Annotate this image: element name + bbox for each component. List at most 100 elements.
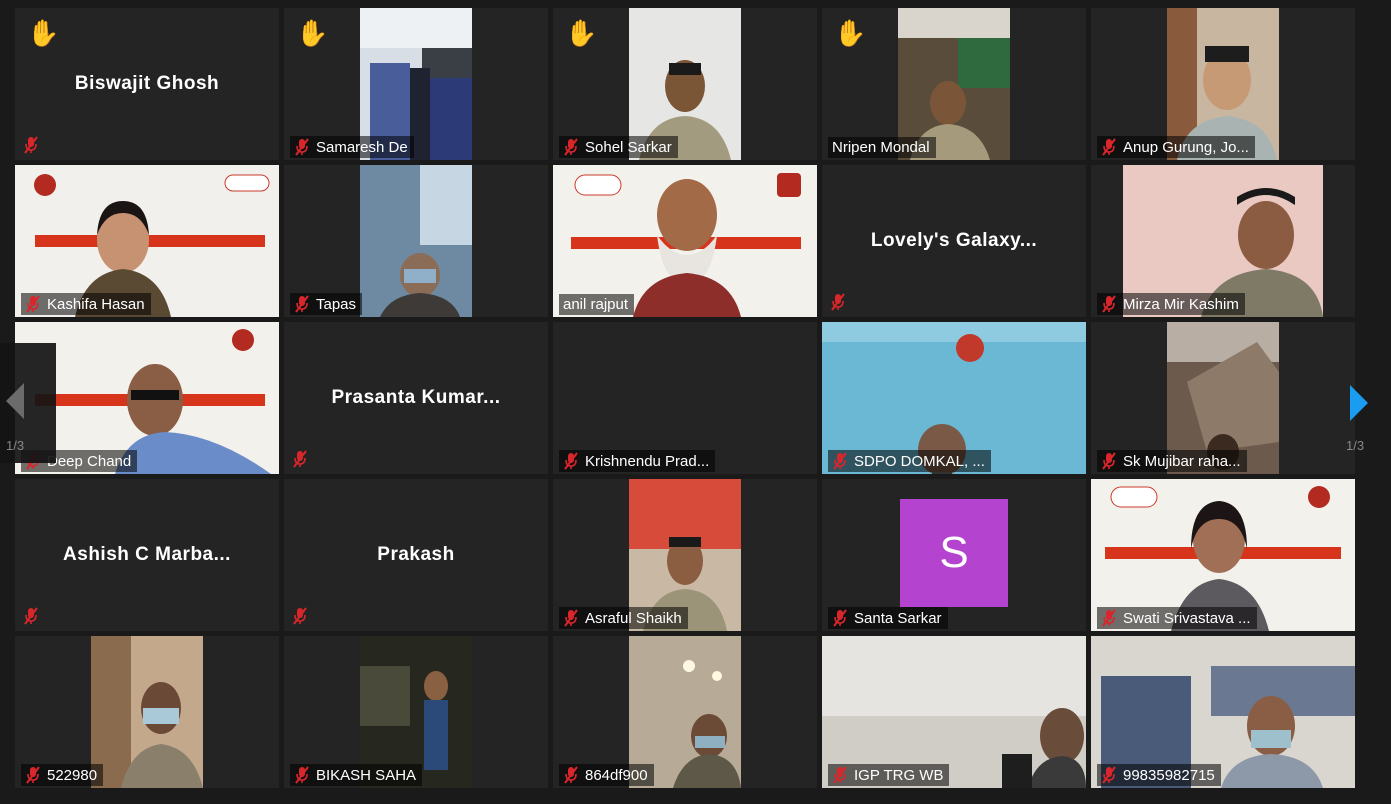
participant-tile[interactable]: ✋ Biswajit Ghosh: [15, 8, 279, 160]
participant-name: Biswajit Ghosh: [74, 73, 220, 94]
raised-hand-icon: ✋: [296, 18, 329, 48]
participant-name: Mirza Mir Kashim: [1123, 295, 1239, 313]
participant-name: Asraful Shaikh: [585, 609, 682, 627]
participant-label: Swati Srivastava ...: [1097, 607, 1257, 629]
participant-label: 99835982715: [1097, 764, 1221, 786]
participant-tile[interactable]: Mirza Mir Kashim: [1091, 165, 1355, 317]
participant-name: Sohel Sarkar: [585, 138, 672, 156]
participant-name: Samaresh De: [316, 138, 408, 156]
participant-name: Ashish C Marba...: [63, 544, 231, 565]
participant-tile[interactable]: ✋ Samaresh De: [284, 8, 548, 160]
participant-label: Sohel Sarkar: [559, 136, 678, 158]
participant-name: 522980: [47, 766, 98, 784]
participant-tile[interactable]: Ashish C Marba...: [15, 479, 279, 631]
participant-name: 864df900: [585, 766, 648, 784]
mic-muted-icon: [23, 136, 39, 154]
participant-name: IGP TRG WB: [854, 766, 944, 784]
participant-tile[interactable]: Prakash: [284, 479, 548, 631]
mic-muted-icon: [25, 766, 41, 784]
mic-muted-icon: [294, 295, 310, 313]
participant-tile[interactable]: 99835982715: [1091, 636, 1355, 788]
mic-muted-icon: [832, 609, 848, 627]
participant-tile[interactable]: Prasanta Kumar...: [284, 322, 548, 474]
participant-label: Asraful Shaikh: [559, 607, 688, 629]
participant-tile[interactable]: BIKASH SAHA: [284, 636, 548, 788]
participant-label: Kashifa Hasan: [21, 293, 151, 315]
participant-tile[interactable]: Krishnendu Prad...: [553, 322, 817, 474]
participant-label: Santa Sarkar: [828, 607, 948, 629]
mic-muted-icon: [832, 766, 848, 784]
participant-name: Santa Sarkar: [854, 609, 942, 627]
mic-muted-icon: [292, 607, 308, 625]
participant-label: Krishnendu Prad...: [559, 450, 716, 472]
participant-tile[interactable]: Asraful Shaikh: [553, 479, 817, 631]
mic-muted-icon: [294, 138, 310, 156]
participant-tile[interactable]: Swati Srivastava ...: [1091, 479, 1355, 631]
participant-name: Deep Chand: [47, 452, 132, 470]
participant-name: SDPO DOMKAL, ...: [854, 452, 985, 470]
mic-muted-icon: [563, 138, 579, 156]
video-feed: [360, 165, 472, 317]
participant-label: Anup Gurung, Jo...: [1097, 136, 1255, 158]
avatar: S: [900, 499, 1008, 607]
active-speaker-tile[interactable]: anil rajput: [553, 165, 817, 317]
participant-name: Prasanta Kumar...: [331, 387, 501, 408]
previous-page-button[interactable]: 1/3: [0, 343, 56, 463]
participant-label: 522980: [21, 764, 104, 786]
mic-muted-icon: [292, 450, 308, 468]
participant-name: Prakash: [377, 544, 455, 565]
participant-tile[interactable]: Tapas: [284, 165, 548, 317]
mic-muted-icon: [1101, 452, 1117, 470]
participant-tile[interactable]: Anup Gurung, Jo...: [1091, 8, 1355, 160]
participant-tile[interactable]: 864df900: [553, 636, 817, 788]
gallery-grid: ✋ Biswajit Ghosh ✋ Samaresh De ✋ Sohel S…: [15, 8, 1355, 788]
participant-label: Tapas: [290, 293, 363, 315]
video-feed: [91, 636, 203, 788]
participant-name: Anup Gurung, Jo...: [1123, 138, 1249, 156]
participant-label: Mirza Mir Kashim: [1097, 293, 1245, 315]
raised-hand-icon: ✋: [834, 18, 867, 48]
raised-hand-icon: ✋: [565, 18, 598, 48]
chevron-left-icon: [6, 383, 24, 419]
participant-label: SDPO DOMKAL, ...: [828, 450, 991, 472]
mic-muted-icon: [23, 607, 39, 625]
participant-label: 864df900: [559, 764, 654, 786]
mic-muted-icon: [1101, 138, 1117, 156]
mic-muted-icon: [1101, 766, 1117, 784]
next-page-button[interactable]: 1/3: [1316, 343, 1376, 463]
participant-label: anil rajput: [559, 294, 635, 315]
participant-label: IGP TRG WB: [828, 764, 950, 786]
participant-label: Samaresh De: [290, 136, 414, 158]
participant-tile[interactable]: IGP TRG WB: [822, 636, 1086, 788]
participant-tile[interactable]: ✋ Sohel Sarkar: [553, 8, 817, 160]
mic-muted-icon: [1101, 295, 1117, 313]
participant-tile[interactable]: Lovely's Galaxy...: [822, 165, 1086, 317]
mic-muted-icon: [1101, 609, 1117, 627]
participant-name: Tapas: [316, 295, 357, 313]
participant-tile[interactable]: S Santa Sarkar: [822, 479, 1086, 631]
mic-muted-icon: [563, 609, 579, 627]
page-indicator: 1/3: [1346, 438, 1365, 453]
participant-tile[interactable]: 522980: [15, 636, 279, 788]
participant-name: Nripen Mondal: [832, 139, 930, 156]
participant-name: Krishnendu Prad...: [585, 452, 710, 470]
mic-muted-icon: [25, 295, 41, 313]
mic-muted-icon: [563, 766, 579, 784]
mic-muted-icon: [832, 452, 848, 470]
participant-name: Kashifa Hasan: [47, 295, 145, 313]
mic-muted-icon: [294, 766, 310, 784]
mic-muted-icon: [563, 452, 579, 470]
participant-name: BIKASH SAHA: [316, 766, 417, 784]
participant-label: Sk Mujibar raha...: [1097, 450, 1247, 472]
chevron-right-icon: [1350, 385, 1368, 421]
participant-name: 99835982715: [1123, 766, 1215, 784]
participant-tile[interactable]: ✋ Nripen Mondal: [822, 8, 1086, 160]
participant-label: Nripen Mondal: [828, 137, 936, 158]
participant-tile[interactable]: Kashifa Hasan: [15, 165, 279, 317]
raised-hand-icon: ✋: [27, 18, 60, 48]
mic-muted-icon: [830, 293, 846, 311]
participant-name: Swati Srivastava ...: [1123, 609, 1251, 627]
participant-tile[interactable]: SDPO DOMKAL, ...: [822, 322, 1086, 474]
participant-name: Sk Mujibar raha...: [1123, 452, 1241, 470]
page-indicator: 1/3: [6, 438, 25, 453]
